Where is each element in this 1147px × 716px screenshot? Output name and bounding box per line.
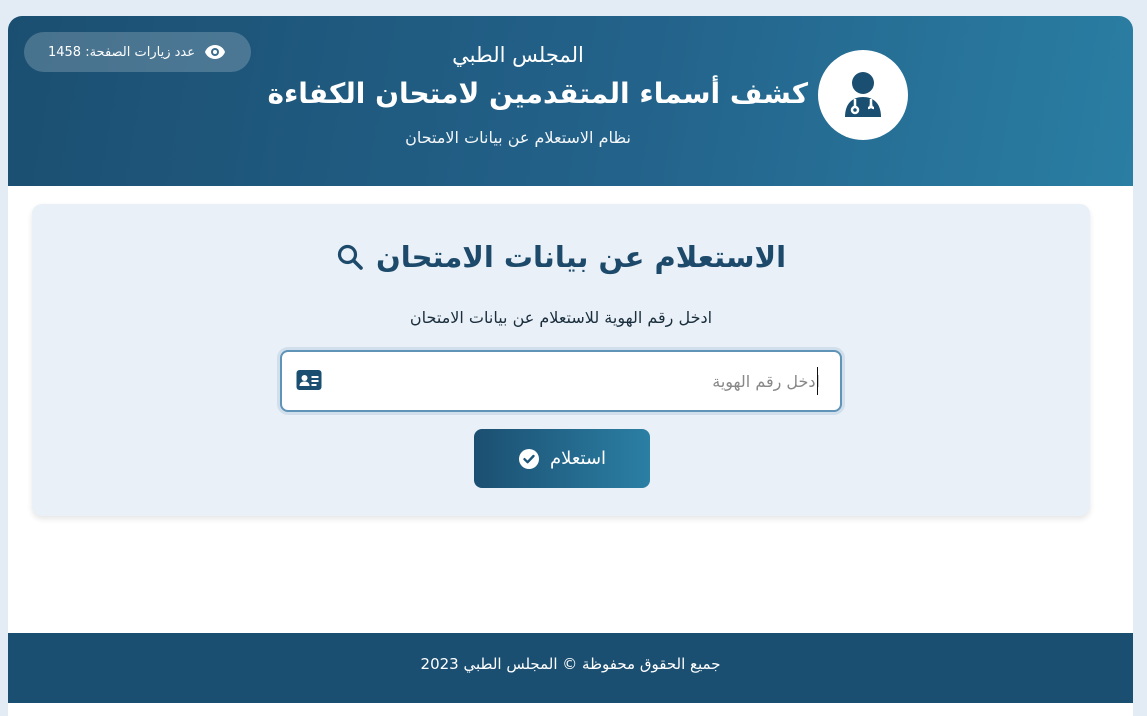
logo bbox=[818, 50, 908, 140]
submit-button[interactable]: استعلام bbox=[474, 429, 650, 488]
doctor-icon bbox=[845, 72, 881, 117]
header: عدد زيارات الصفحة: 1458 المجلس الطبي كشف… bbox=[8, 16, 1133, 186]
id-input-wrapper[interactable] bbox=[280, 350, 842, 412]
panel-title: الاستعلام عن بيانات الامتحان bbox=[32, 240, 1090, 274]
id-card-icon bbox=[296, 369, 322, 395]
check-circle-icon bbox=[518, 448, 539, 469]
submit-label: استعلام bbox=[549, 448, 607, 469]
org-name: المجلس الطبي bbox=[452, 43, 584, 67]
page-subtitle: نظام الاستعلام عن بيانات الامتحان bbox=[405, 128, 631, 147]
text-caret bbox=[817, 367, 818, 395]
visits-label: عدد زيارات الصفحة: 1458 bbox=[47, 44, 195, 60]
search-panel: الاستعلام عن بيانات الامتحان ادخل رقم ال… bbox=[32, 204, 1090, 516]
footer: جميع الحقوق محفوظة © المجلس الطبي 2023 bbox=[8, 633, 1133, 703]
panel-title-text: الاستعلام عن بيانات الامتحان bbox=[375, 240, 787, 274]
instruction-text: ادخل رقم الهوية للاستعلام عن بيانات الام… bbox=[409, 308, 713, 327]
footer-text: جميع الحقوق محفوظة © المجلس الطبي 2023 bbox=[420, 655, 721, 673]
id-number-input[interactable] bbox=[334, 352, 820, 410]
page-title: كشف أسماء المتقدمين لامتحان الكفاءة bbox=[267, 77, 808, 110]
title-block: المجلس الطبي كشف أسماء المتقدمين لامتحان… bbox=[198, 41, 818, 171]
search-icon bbox=[336, 243, 364, 271]
